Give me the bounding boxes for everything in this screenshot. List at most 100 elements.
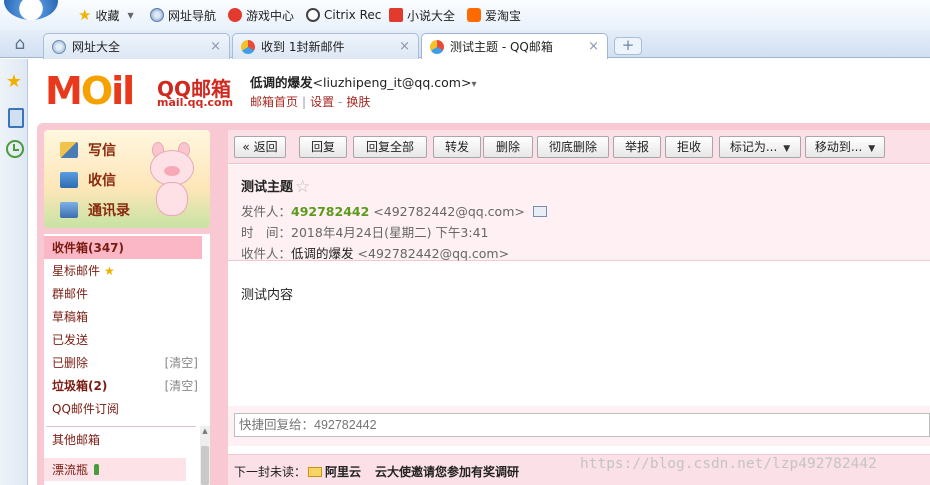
- scroll-up-icon[interactable]: ▲: [200, 426, 210, 436]
- star-icon: ★: [104, 263, 115, 278]
- permanent-delete-button[interactable]: 彻底删除: [537, 136, 609, 158]
- settings-link[interactable]: 设置: [310, 95, 334, 109]
- contact-card-icon[interactable]: [532, 206, 547, 217]
- taobao-icon: [467, 8, 481, 22]
- folder-sent[interactable]: 已发送: [44, 328, 202, 351]
- next-unread-sender: 阿里云: [325, 465, 362, 479]
- folder-group[interactable]: 群邮件: [44, 282, 202, 305]
- globe-icon: [52, 39, 66, 54]
- tab-qq-mail-active[interactable]: 测试主题 - QQ邮箱 ×: [421, 33, 608, 59]
- message-time: 时 间：2018年4月24日(星期二) 下午3:41: [241, 225, 489, 240]
- next-unread[interactable]: 下一封未读： 阿里云 云大使邀请您参加有奖调研: [234, 463, 519, 480]
- clear-spam-link[interactable]: [清空]: [165, 377, 198, 394]
- mailbox-home-link[interactable]: 邮箱首页: [250, 95, 298, 109]
- browser-logo[interactable]: [4, 0, 58, 20]
- qq-icon: [241, 39, 255, 54]
- message-header: 测试主题 ☆ 发件人：492782442 <492782442@qq.com> 时…: [228, 165, 930, 261]
- quick-actions: 写信 收信 通讯录: [44, 130, 210, 228]
- receive-mail-button[interactable]: 收信: [60, 170, 116, 190]
- link-separator: |: [302, 95, 307, 109]
- next-unread-subject: 云大使邀请您参加有奖调研: [375, 465, 520, 479]
- header-links: 邮箱首页 | 设置 - 换肤: [250, 93, 370, 110]
- bookmark-nav[interactable]: 网址导航: [150, 6, 216, 24]
- quick-reply-area: [228, 406, 930, 446]
- reject-button[interactable]: 拒收: [665, 136, 713, 158]
- message-subject: 测试主题 ☆: [241, 177, 311, 197]
- contacts-icon: [60, 202, 78, 218]
- change-skin-link[interactable]: 换肤: [346, 95, 370, 109]
- bookmark-favorites[interactable]: ★ 收藏 ▼: [78, 6, 134, 24]
- sender-address: <492782442@qq.com>: [373, 204, 525, 219]
- user-email: <liuzhipeng_it@qq.com>: [312, 75, 472, 90]
- device-icon[interactable]: [5, 107, 24, 128]
- link-separator: -: [338, 95, 343, 109]
- contacts-button[interactable]: 通讯录: [60, 200, 130, 220]
- clock-icon[interactable]: [5, 139, 24, 158]
- new-tab-button[interactable]: +: [614, 37, 642, 55]
- message-from: 发件人：492782442 <492782442@qq.com>: [241, 201, 547, 220]
- chevron-down-icon: ▼: [783, 144, 791, 154]
- delete-button[interactable]: 删除: [483, 136, 533, 158]
- tab-hao123[interactable]: 网址大全 ×: [43, 33, 230, 59]
- recipient-name[interactable]: 低调的爆发: [291, 246, 354, 261]
- recipient-address: <492782442@qq.com>: [357, 246, 510, 261]
- tab-new-mail[interactable]: 收到 1封新邮件 ×: [232, 33, 419, 59]
- pig-illustration: [144, 142, 202, 218]
- envelope-icon: [308, 467, 323, 477]
- write-mail-button[interactable]: 写信: [60, 140, 116, 160]
- close-icon[interactable]: ×: [399, 39, 410, 54]
- bookmark-taobao[interactable]: 爱淘宝: [467, 6, 521, 24]
- star-icon[interactable]: ★: [5, 73, 23, 91]
- citrix-icon: [306, 8, 320, 22]
- logo-domain-text: mail.qq.com: [157, 96, 234, 109]
- forward-button[interactable]: 转发: [433, 136, 481, 158]
- bookmarks-bar: ★ 收藏 ▼ 网址导航 游戏中心 Citrix Rec 小说大全 爱淘宝: [0, 0, 930, 30]
- quick-reply-input[interactable]: [234, 413, 930, 437]
- folder-other-mailboxes[interactable]: 其他邮箱: [44, 428, 194, 451]
- folder-subscriptions[interactable]: QQ邮件订阅: [44, 397, 202, 420]
- folder-scrollbar[interactable]: ▲: [200, 426, 210, 485]
- folder-list: 收件箱(347) 星标邮件 ★ 群邮件 草稿箱 已发送 已删除 [清空] 垃圾箱(…: [44, 234, 210, 485]
- back-button[interactable]: « 返回: [234, 136, 286, 158]
- folder-deleted[interactable]: 已删除 [清空]: [44, 351, 202, 374]
- report-button[interactable]: 举报: [613, 136, 661, 158]
- home-icon[interactable]: ⌂: [10, 35, 30, 53]
- scroll-thumb[interactable]: [201, 446, 209, 485]
- chevron-down-icon[interactable]: ▾: [471, 79, 476, 90]
- move-to-dropdown[interactable]: 移动到... ▼: [805, 136, 885, 158]
- game-icon: [228, 8, 242, 22]
- reply-button[interactable]: 回复: [299, 136, 347, 158]
- bookmark-novels[interactable]: 小说大全: [389, 6, 455, 24]
- chevron-down-icon: ▼: [868, 144, 876, 154]
- qq-mail-logo[interactable]: MOil: [45, 71, 135, 111]
- close-icon[interactable]: ×: [588, 39, 599, 54]
- folder-drafts[interactable]: 草稿箱: [44, 305, 202, 328]
- message-body: 测试内容: [241, 288, 294, 303]
- mail-page: MOil QQ邮箱 mail.qq.com 低调的爆发<liuzhipeng_i…: [29, 59, 930, 485]
- mail-frame: 写信 收信 通讯录 收件箱(347) 星标邮件 ★ 群邮件 草稿箱 已发送 已删…: [37, 123, 930, 485]
- bottle-icon: [94, 464, 100, 475]
- tab-bar: ⌂ 网址大全 × 收到 1封新邮件 × 测试主题 - QQ邮箱 × +: [0, 30, 930, 59]
- qq-icon: [430, 39, 444, 54]
- close-icon[interactable]: ×: [210, 39, 221, 54]
- browser-side-strip: ★: [0, 59, 28, 485]
- account-info[interactable]: 低调的爆发<liuzhipeng_it@qq.com>▾: [250, 72, 476, 91]
- folder-drift-bottle[interactable]: 漂流瓶: [44, 458, 186, 481]
- star-icon[interactable]: ☆: [295, 177, 310, 197]
- globe-icon: [150, 8, 164, 22]
- mail-toolbar: « 返回 回复 回复全部 转发 删除 彻底删除 举报 拒收 标记为... ▼ 移动…: [228, 130, 930, 164]
- bookmark-games[interactable]: 游戏中心: [228, 6, 294, 24]
- sender-name[interactable]: 492782442: [291, 204, 369, 219]
- folder-starred[interactable]: 星标邮件 ★: [44, 259, 202, 282]
- chevron-down-icon[interactable]: ▼: [127, 11, 133, 20]
- folder-spam[interactable]: 垃圾箱(2) [清空]: [44, 374, 202, 397]
- bookmark-citrix[interactable]: Citrix Rec: [306, 6, 381, 24]
- mark-as-dropdown[interactable]: 标记为... ▼: [719, 136, 801, 158]
- folder-inbox[interactable]: 收件箱(347): [44, 236, 202, 259]
- reply-all-button[interactable]: 回复全部: [353, 136, 427, 158]
- inbox-icon: [60, 172, 78, 188]
- write-icon: [60, 142, 78, 158]
- mail-content: « 返回 回复 回复全部 转发 删除 彻底删除 举报 拒收 标记为... ▼ 移动…: [228, 130, 930, 485]
- clear-deleted-link[interactable]: [清空]: [165, 354, 198, 371]
- book-icon: [389, 8, 403, 22]
